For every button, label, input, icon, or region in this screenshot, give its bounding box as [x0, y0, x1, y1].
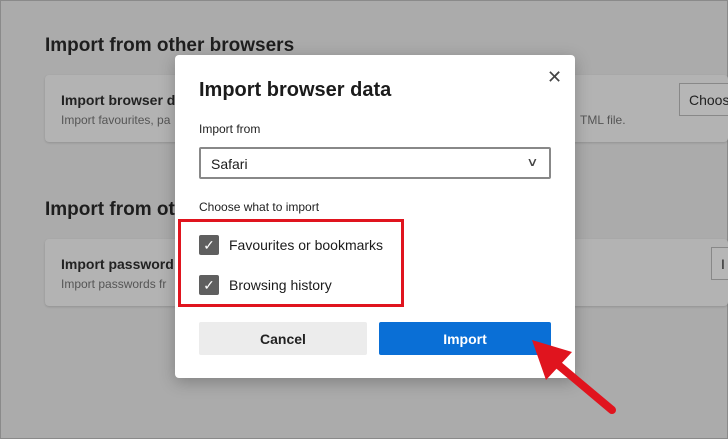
section-heading-browsers: Import from other browsers: [45, 35, 295, 56]
import-from-select[interactable]: Safari ∨: [199, 147, 551, 179]
choose-label: Choose what to import: [199, 200, 320, 214]
dialog-title: Import browser data: [199, 79, 392, 101]
card-subtitle-right: TML file.: [580, 113, 626, 127]
card-subtitle: Import favourites, pa: [61, 113, 171, 127]
import-dialog: ✕ Import browser data Import from Safari…: [175, 55, 575, 378]
section-heading-other: Import from ot: [45, 199, 175, 220]
import-from-label: Import from: [199, 122, 261, 136]
selected-value: Safari: [211, 156, 248, 172]
checkbox-label: Browsing history: [229, 277, 332, 293]
card-title: Import browser d: [61, 92, 176, 108]
checkbox-history[interactable]: ✓ Browsing history: [199, 275, 332, 295]
check-icon[interactable]: ✓: [199, 235, 219, 255]
cancel-button[interactable]: Cancel: [199, 322, 367, 355]
checkbox-favourites[interactable]: ✓ Favourites or bookmarks: [199, 235, 383, 255]
check-icon[interactable]: ✓: [199, 275, 219, 295]
card-subtitle: Import passwords fr: [61, 277, 167, 291]
card-title: Import password: [61, 256, 174, 272]
import-passwords-button[interactable]: I: [711, 247, 728, 280]
close-icon[interactable]: ✕: [547, 67, 562, 88]
chevron-down-icon: ∨: [526, 155, 539, 169]
red-arrow-annotation: [532, 340, 616, 414]
choose-button[interactable]: Choos: [679, 83, 728, 116]
checkbox-label: Favourites or bookmarks: [229, 237, 384, 253]
